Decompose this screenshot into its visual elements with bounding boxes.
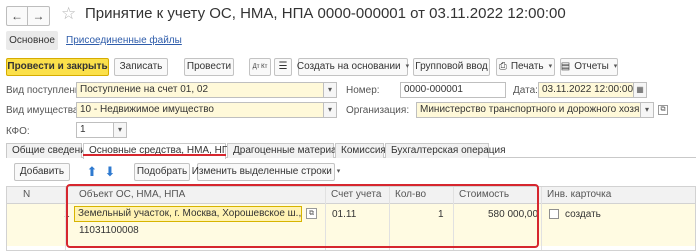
subnav-attached-files-link[interactable]: Присоединенные файлы	[66, 35, 182, 46]
property-type-field[interactable]: 10 - Недвижимое имущество	[76, 102, 324, 118]
number-label: Номер:	[346, 85, 380, 96]
tab-fixed-assets[interactable]: Основные средства, НМА, НПА (1)	[83, 143, 251, 159]
row-card-checkbox[interactable]	[549, 209, 559, 219]
reports-icon: ▤	[560, 61, 571, 72]
change-rows-label: Изменить выделенные строки	[191, 166, 332, 177]
tab-commission[interactable]: Комиссия	[335, 143, 386, 158]
row-card-label: создать	[565, 209, 601, 220]
arrow-up-icon[interactable]: ⬆	[83, 163, 101, 181]
column-header-card: Инв. карточка	[547, 189, 612, 200]
organization-field[interactable]: Министерство транспортного и дорожного х…	[416, 102, 641, 118]
select-button[interactable]: Подобрать	[134, 163, 190, 181]
chevron-down-icon[interactable]: ▾	[323, 82, 337, 98]
reports-label: Отчеты	[574, 61, 609, 72]
group-input-button[interactable]: Групповой ввод	[413, 58, 490, 76]
arrow-down-icon[interactable]: ⬇	[101, 163, 119, 181]
create-based-on-label: Создать на основании	[296, 61, 401, 72]
print-label: Печать	[510, 61, 544, 72]
number-field[interactable]: 0000-000001	[400, 82, 506, 98]
change-rows-dropdown[interactable]: Изменить выделенные строки ▾	[192, 163, 340, 181]
tab-accounting-operation[interactable]: Бухгалтерская операция	[385, 143, 506, 158]
receipt-type-field[interactable]: Поступление на счет 01, 02	[76, 82, 324, 98]
organization-label: Организация:	[346, 105, 410, 116]
chevron-down-icon[interactable]: ▾	[323, 102, 337, 118]
calendar-icon[interactable]: ▦	[633, 82, 647, 98]
printer-icon: ⎙	[498, 61, 507, 72]
tab-general[interactable]: Общие сведения	[6, 143, 91, 158]
column-divider	[541, 187, 542, 250]
property-type-label: Вид имущества:	[6, 105, 82, 116]
open-icon[interactable]: ⧉	[658, 105, 668, 115]
star-icon[interactable]: ☆	[61, 4, 76, 24]
tab-precious-materials[interactable]: Драгоценные материалы	[227, 143, 350, 158]
date-label: Дата:	[513, 85, 538, 96]
dt-kt-icon[interactable]: Дт Кт	[249, 58, 271, 76]
kfo-label: КФО:	[6, 126, 30, 137]
chevron-down-icon[interactable]: ▾	[640, 102, 654, 118]
create-based-on-dropdown[interactable]: Создать на основании ▾	[296, 58, 410, 76]
post-and-close-button[interactable]: Провести и закрыть	[6, 58, 109, 76]
active-tab-highlight	[83, 154, 226, 156]
journal-icon[interactable]: ☰	[274, 58, 292, 76]
column-header-n: N	[23, 189, 31, 200]
date-field[interactable]: 03.11.2022 12:00:00	[538, 82, 634, 98]
chevron-down-icon[interactable]: ▾	[113, 122, 127, 138]
highlight-box	[66, 184, 539, 248]
chevron-down-icon: ▾	[405, 63, 410, 70]
save-button[interactable]: Записать	[114, 58, 168, 76]
chevron-down-icon: ▾	[613, 63, 618, 70]
add-row-button[interactable]: Добавить	[14, 163, 70, 181]
arrow-left-icon: ←	[11, 9, 23, 23]
print-dropdown[interactable]: ⎙ Печать ▾	[496, 58, 555, 76]
reports-dropdown[interactable]: ▤ Отчеты ▾	[560, 58, 618, 76]
page-title: Принятие к учету ОС, НМА, НПА 0000-00000…	[85, 5, 566, 22]
subnav-main[interactable]: Основное	[6, 31, 58, 50]
chevron-down-icon: ▾	[548, 63, 553, 70]
chevron-down-icon: ▾	[336, 168, 341, 175]
post-button[interactable]: Провести	[184, 58, 234, 76]
kfo-field[interactable]: 1	[76, 122, 114, 138]
back-button[interactable]: ←	[6, 6, 28, 26]
navigation-group: ← →	[6, 6, 50, 26]
arrow-right-icon: →	[32, 9, 45, 23]
forward-button[interactable]: →	[28, 6, 50, 26]
